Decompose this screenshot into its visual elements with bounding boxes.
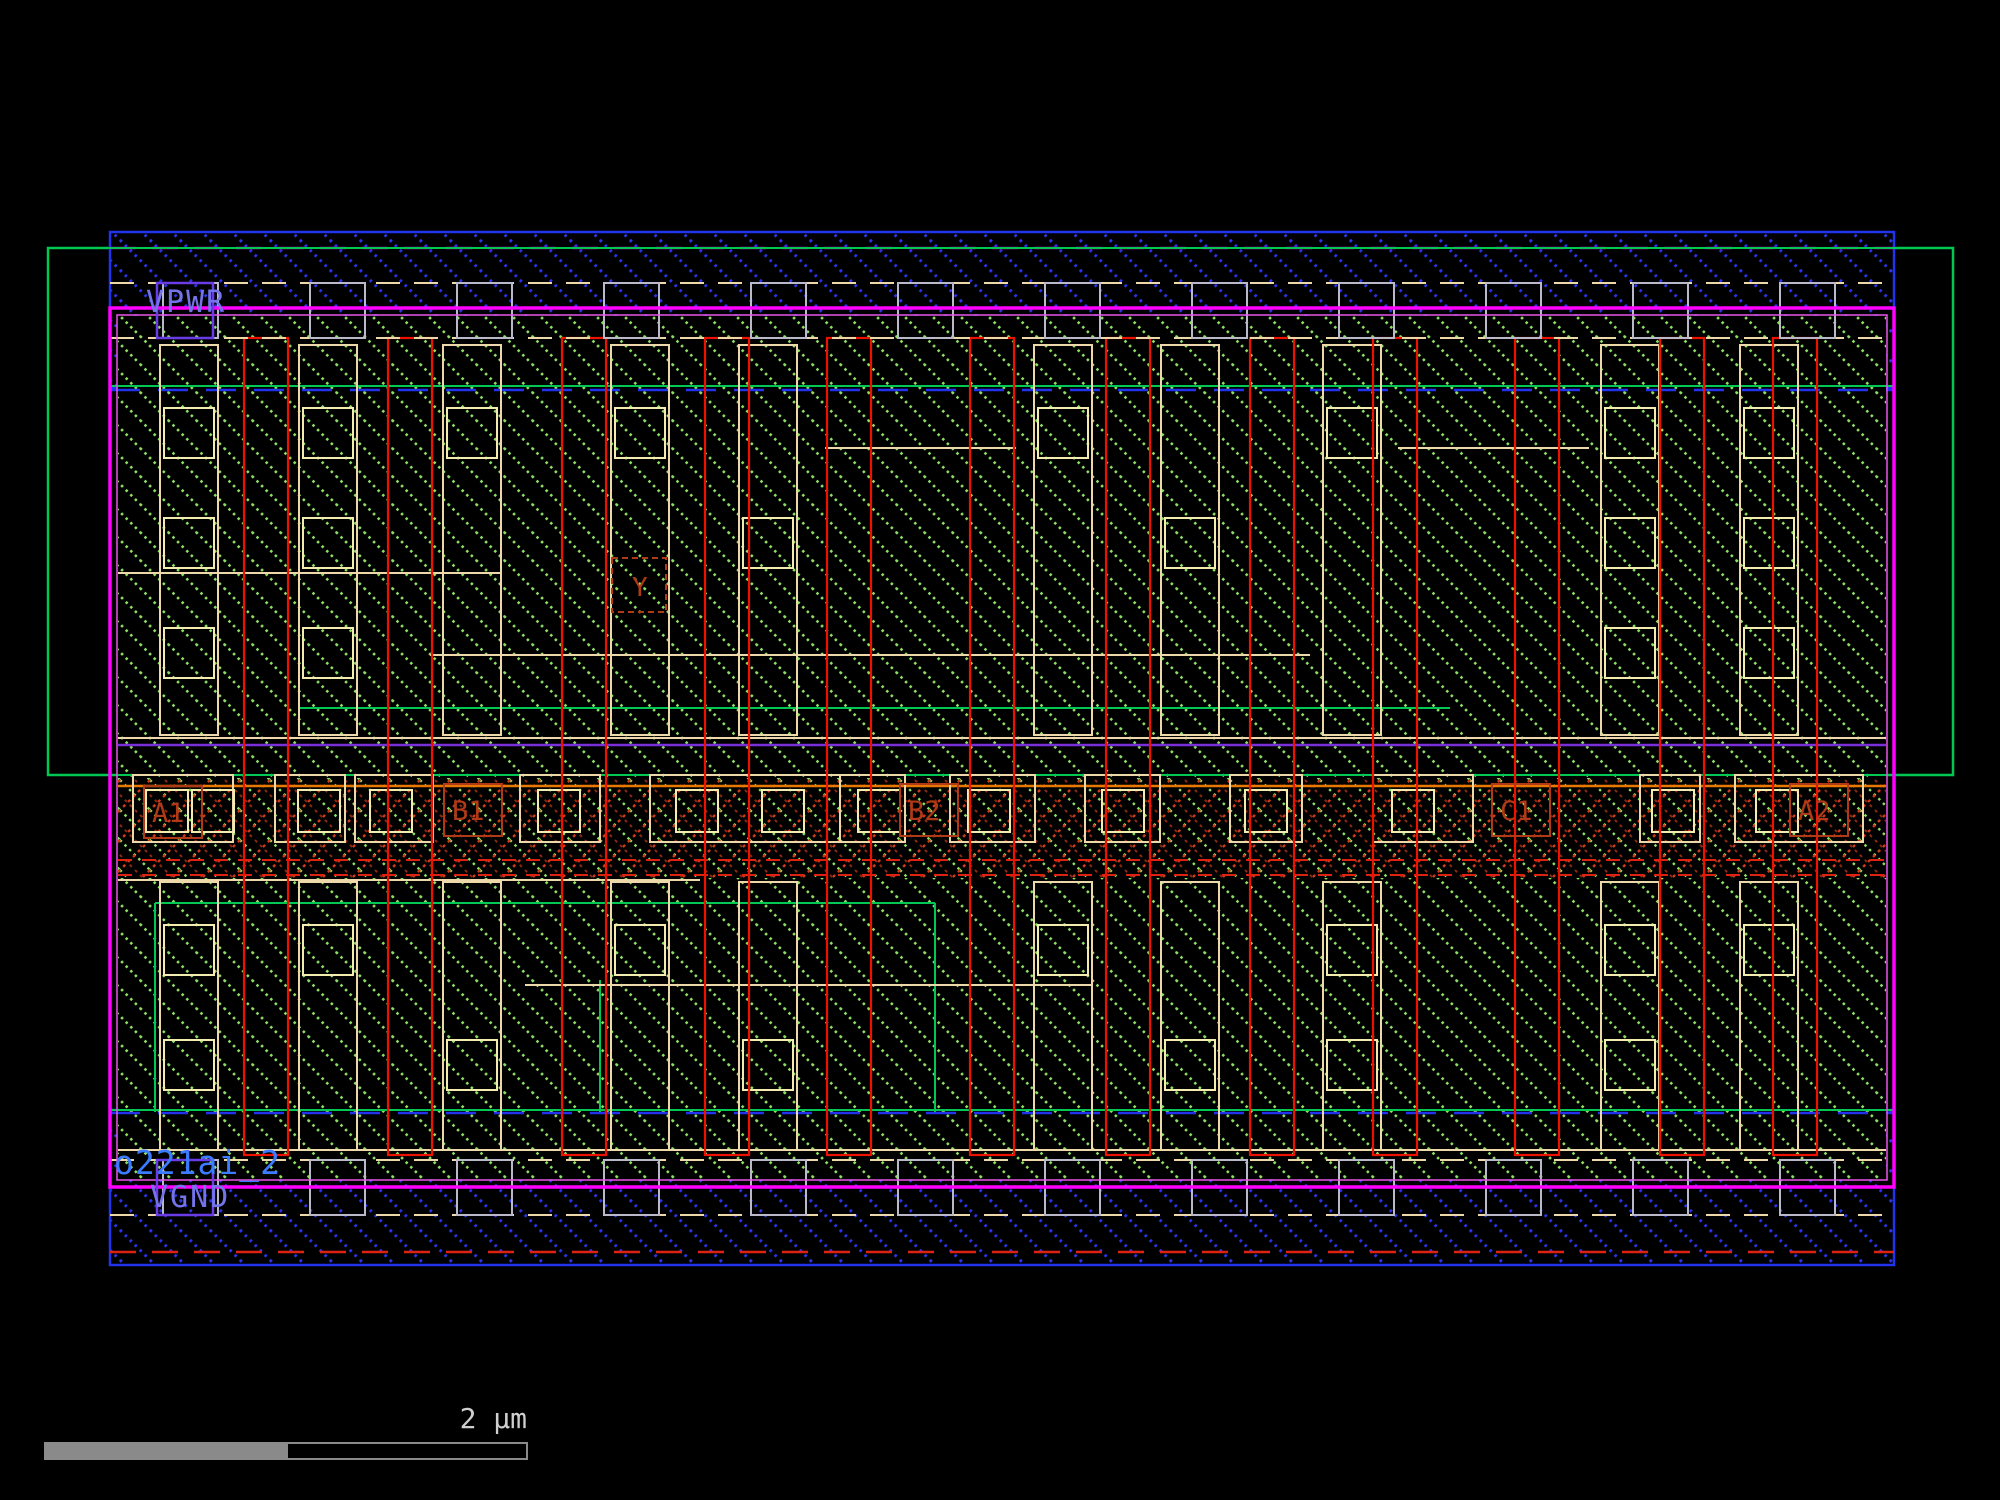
npc-band xyxy=(118,778,1886,878)
scale-bar-filled xyxy=(45,1443,288,1459)
cell-diffusion-area xyxy=(118,316,1886,1179)
vpwr-label: VPWR xyxy=(146,285,226,320)
scale-bar-label: 2 µm xyxy=(460,1402,527,1435)
pin-label: A2 xyxy=(1798,796,1831,827)
output-pin-label: Y xyxy=(632,573,648,603)
cell-name-label: o221ai_2 xyxy=(114,1143,281,1183)
pin-label: C1 xyxy=(1500,796,1533,827)
pin-label: B2 xyxy=(908,796,941,827)
pin-label: B1 xyxy=(452,796,485,827)
layout-canvas[interactable]: Y A1 B1 B2 C1 A2 VPWR VGNDo221ai_2 2 µm xyxy=(0,0,2000,1500)
pin-label: A1 xyxy=(152,798,185,829)
vgnd-label: VGND xyxy=(150,1180,230,1215)
layout-viewer: Y A1 B1 B2 C1 A2 VPWR VGNDo221ai_2 2 µm xyxy=(0,0,2000,1500)
